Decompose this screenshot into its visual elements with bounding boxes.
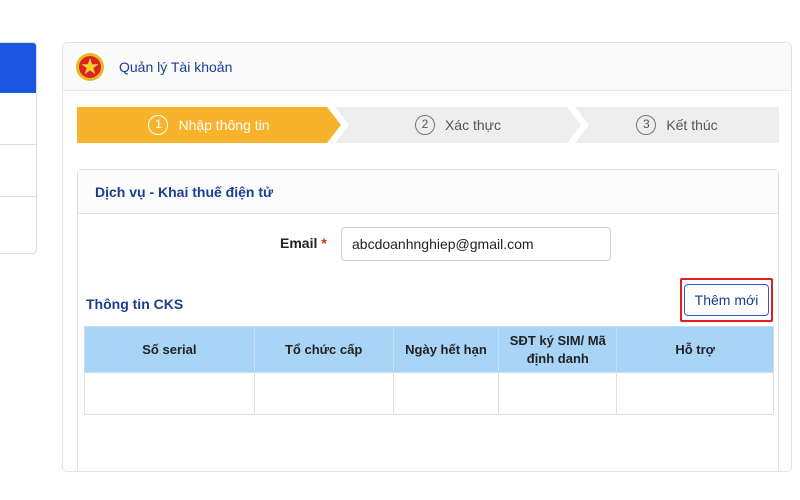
step-3: 3 Kết thúc (575, 107, 779, 143)
required-mark: * (321, 235, 327, 251)
table-cell (498, 372, 618, 415)
progress-stepper: 1 Nhập thông tin 2 Xác thực 3 Kết thúc (77, 107, 779, 143)
table-cell (392, 372, 500, 415)
cks-section-title: Thông tin CKS (86, 296, 184, 312)
account-panel: Quản lý Tài khoản 1 Nhập thông tin 2 Xác… (62, 42, 792, 473)
step-2: 2 Xác thực (335, 107, 581, 143)
national-emblem-icon (76, 53, 104, 81)
service-card-header: Dịch vụ - Khai thuế điện tử (78, 170, 778, 214)
sidebar-item[interactable] (0, 145, 36, 197)
page-title: Quản lý Tài khoản (119, 59, 233, 75)
step-number: 2 (414, 115, 435, 135)
step-1: 1 Nhập thông tin (77, 107, 341, 143)
column-header-expiry: Ngày hết hạn (392, 326, 500, 373)
service-card: Dịch vụ - Khai thuế điện tử Email* Thông… (77, 169, 779, 473)
step-label: Nhập thông tin (178, 117, 270, 133)
sidebar-item-active[interactable] (0, 43, 36, 93)
email-label: Email * (280, 235, 327, 251)
email-field[interactable] (341, 227, 611, 261)
table-cell (253, 372, 394, 415)
cks-table: Số serial Tổ chức cấp Ngày hết hạn SĐT k… (84, 326, 774, 415)
column-header-issuer: Tổ chức cấp (253, 326, 394, 373)
add-new-button[interactable]: Thêm mới (684, 284, 769, 316)
sidebar-item[interactable] (0, 197, 36, 249)
sidebar (0, 42, 37, 254)
step-label: Xác thực (444, 117, 502, 133)
service-title: Dịch vụ - Khai thuế điện tử (95, 184, 274, 200)
email-label-text: Email (280, 235, 318, 251)
column-header-support: Hỗ trợ (616, 326, 774, 373)
column-header-serial: Số serial (84, 326, 255, 373)
table-header-row: Số serial Tổ chức cấp Ngày hết hạn SĐT k… (84, 326, 774, 373)
step-label: Kết thúc (666, 117, 718, 133)
table-row (84, 372, 774, 415)
column-header-phone-id: SĐT ký SIM/ Mã định danh (498, 326, 618, 373)
panel-header: Quản lý Tài khoản (63, 43, 791, 91)
table-cell (616, 372, 774, 415)
table-cell (84, 372, 255, 415)
sidebar-item[interactable] (0, 93, 36, 145)
